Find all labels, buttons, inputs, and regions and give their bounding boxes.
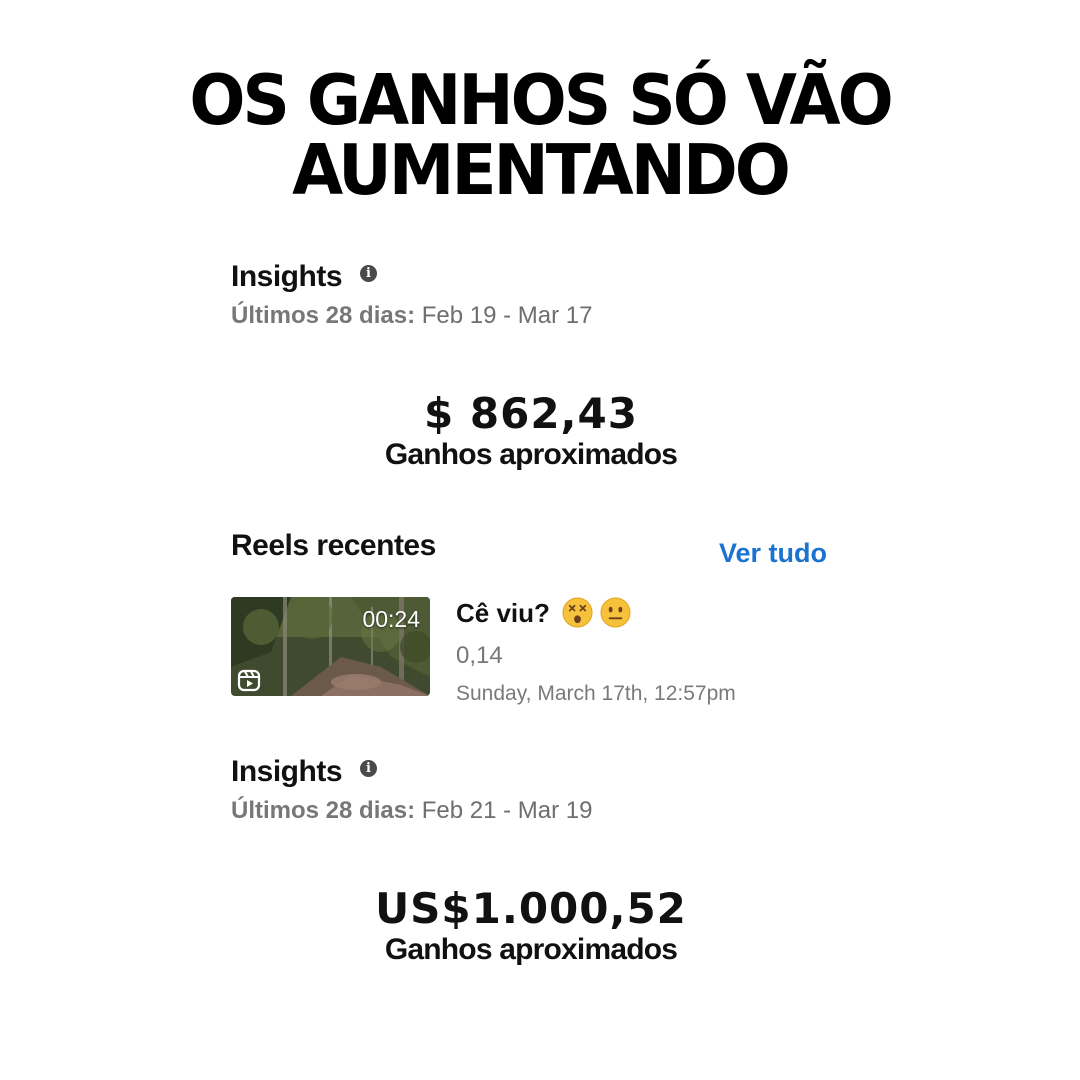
neutral-face-emoji xyxy=(600,597,631,628)
reel-earnings-value: 0,14 xyxy=(456,642,503,669)
insights-period: Últimos 28 dias: Feb 19 - Mar 17 xyxy=(231,304,592,328)
info-icon[interactable]: i xyxy=(360,265,377,282)
period-label: Últimos 28 dias: xyxy=(231,302,416,329)
reel-thumbnail[interactable]: 00:24 xyxy=(231,597,430,696)
insights-title: Insights xyxy=(231,755,343,788)
headline-line-2: AUMENTANDO xyxy=(292,130,791,211)
recent-reels-title: Reels recentes xyxy=(231,529,436,562)
dizzy-face-emoji xyxy=(562,597,593,628)
insights-period: Últimos 28 dias: Feb 21 - Mar 19 xyxy=(231,799,592,823)
period-label: Últimos 28 dias: xyxy=(231,797,416,824)
reels-icon xyxy=(237,669,261,692)
earnings-caption: Ganhos aproximados xyxy=(384,933,678,966)
insights-title: Insights xyxy=(231,260,343,293)
see-all-link[interactable]: Ver tudo xyxy=(719,540,827,567)
reel-date: Sunday, March 17th, 12:57pm xyxy=(456,682,736,705)
period-range: Feb 19 - Mar 17 xyxy=(415,302,593,329)
headline-line-1: OS GANHOS SÓ VÃO xyxy=(189,60,893,141)
earnings-amount: US$1.000,52 xyxy=(375,884,687,933)
earnings-caption: Ganhos aproximados xyxy=(384,438,678,471)
reel-title[interactable]: Cê viu? xyxy=(456,600,550,626)
reel-duration: 00:24 xyxy=(362,606,420,632)
period-range: Feb 21 - Mar 19 xyxy=(415,797,593,824)
info-icon[interactable]: i xyxy=(360,760,377,777)
earnings-amount: $ 862,43 xyxy=(424,389,638,438)
